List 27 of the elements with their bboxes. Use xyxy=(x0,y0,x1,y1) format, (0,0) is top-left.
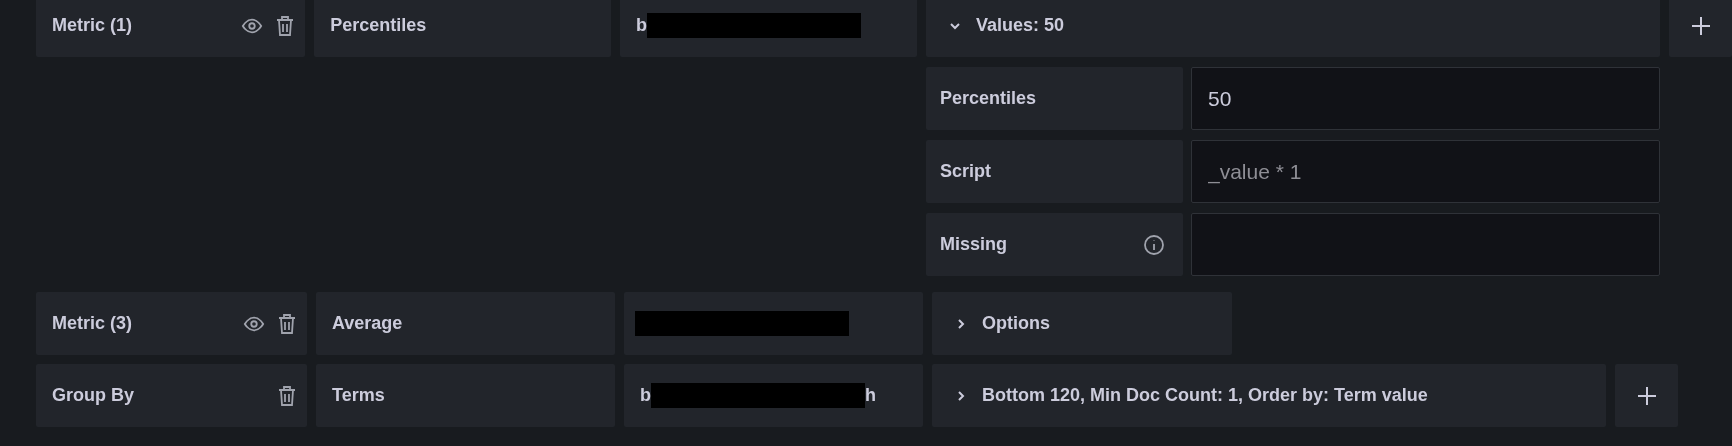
field-select[interactable]: b xyxy=(620,0,917,57)
field-select[interactable]: b h xyxy=(624,364,923,427)
row-label-text: Metric (3) xyxy=(52,312,133,335)
field-text: b xyxy=(639,384,651,407)
type-select[interactable]: Percentiles xyxy=(314,0,612,57)
input-field[interactable] xyxy=(1191,213,1660,276)
options-toggle[interactable]: Bottom 120, Min Doc Count: 1, Order by: Term value xyxy=(932,364,1606,427)
type-select[interactable]: Terms xyxy=(316,364,615,427)
options-toggle[interactable]: Options xyxy=(932,292,1232,355)
input-field[interactable]: 50 xyxy=(1191,67,1660,130)
input-field[interactable]: _value * 1 xyxy=(1191,140,1660,203)
trash-icon[interactable] xyxy=(275,14,296,37)
setting-label-text: Missing xyxy=(940,233,1007,256)
plus-icon xyxy=(1635,384,1658,407)
field-text: h xyxy=(865,384,876,407)
trash-icon[interactable] xyxy=(277,384,297,407)
type-select[interactable]: Average xyxy=(316,292,615,355)
info-icon[interactable] xyxy=(1143,233,1165,256)
field-text: b xyxy=(635,14,648,37)
trash-icon[interactable] xyxy=(277,312,297,335)
plus-icon xyxy=(1689,14,1712,37)
setting-label-text: Percentiles xyxy=(940,87,1037,110)
row-label-text: Group By xyxy=(52,384,135,407)
setting-label-text: Script xyxy=(940,160,991,183)
field-select[interactable] xyxy=(624,292,923,355)
options-toggle[interactable]: Values: 50 xyxy=(926,0,1660,57)
row-label-text: Metric (1) xyxy=(52,14,133,37)
